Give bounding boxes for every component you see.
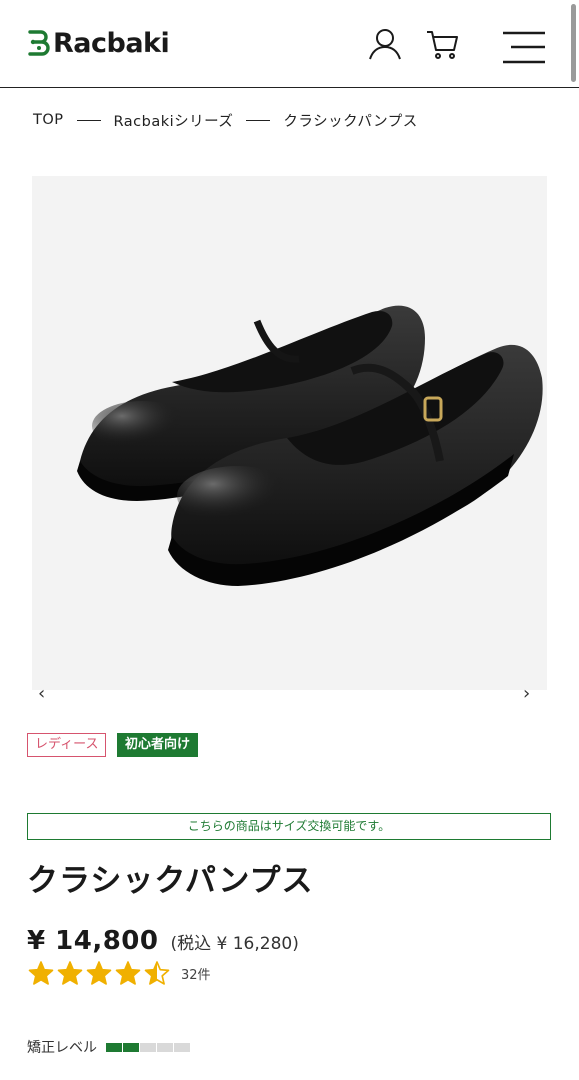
level-segment-active bbox=[106, 1042, 122, 1052]
tag-beginner: 初心者向け bbox=[117, 733, 199, 757]
level-segment-inactive bbox=[174, 1042, 190, 1052]
breadcrumb-series[interactable]: Racbakiシリーズ bbox=[114, 110, 234, 131]
correction-level-bar bbox=[106, 1042, 191, 1052]
level-segment-inactive bbox=[140, 1042, 156, 1052]
star-half-icon bbox=[144, 961, 170, 985]
level-segment-active bbox=[123, 1042, 139, 1052]
price-row: ¥ 14,800 (税込 ¥ 16,280) bbox=[27, 926, 299, 956]
logo[interactable]: Racbaki bbox=[27, 25, 170, 61]
star-full-icon bbox=[28, 961, 54, 985]
cart-icon[interactable] bbox=[425, 26, 461, 62]
scrollbar[interactable] bbox=[571, 4, 576, 82]
breadcrumb-current: クラシックパンプス bbox=[283, 113, 418, 130]
rating-stars bbox=[28, 961, 173, 986]
site-header: Racbaki bbox=[0, 0, 579, 88]
correction-level: 矯正レベル bbox=[27, 1037, 191, 1057]
review-count[interactable]: 32件 bbox=[181, 964, 211, 983]
breadcrumb-top[interactable]: TOP bbox=[33, 112, 64, 128]
price-tax-included: (税込 ¥ 16,280) bbox=[170, 934, 299, 954]
gallery-prev-icon[interactable]: ‹ bbox=[38, 683, 45, 704]
logo-mark-icon bbox=[28, 30, 50, 56]
product-title: クラシックパンプス bbox=[27, 863, 314, 899]
gallery-next-icon[interactable]: › bbox=[523, 683, 530, 704]
correction-level-label: 矯正レベル bbox=[27, 1040, 97, 1056]
breadcrumb-separator bbox=[76, 119, 101, 121]
hamburger-menu-icon[interactable] bbox=[501, 30, 547, 66]
shoe-photo bbox=[77, 305, 543, 586]
tag-ladies: レディース bbox=[27, 733, 107, 757]
rating-row[interactable]: 32件 bbox=[28, 961, 211, 986]
breadcrumb-separator bbox=[246, 119, 271, 121]
star-full-icon bbox=[57, 961, 83, 985]
logo-text: Racbaki bbox=[53, 27, 170, 59]
level-segment-inactive bbox=[157, 1042, 173, 1052]
size-exchange-notice: こちらの商品はサイズ交換可能です。 bbox=[27, 813, 551, 840]
price: ¥ 14,800 bbox=[27, 926, 159, 956]
user-icon[interactable] bbox=[367, 26, 403, 62]
star-full-icon bbox=[86, 961, 112, 985]
product-image[interactable] bbox=[32, 176, 547, 690]
star-full-icon bbox=[115, 961, 141, 985]
breadcrumb: TOP Racbakiシリーズ クラシックパンプス bbox=[33, 108, 418, 132]
